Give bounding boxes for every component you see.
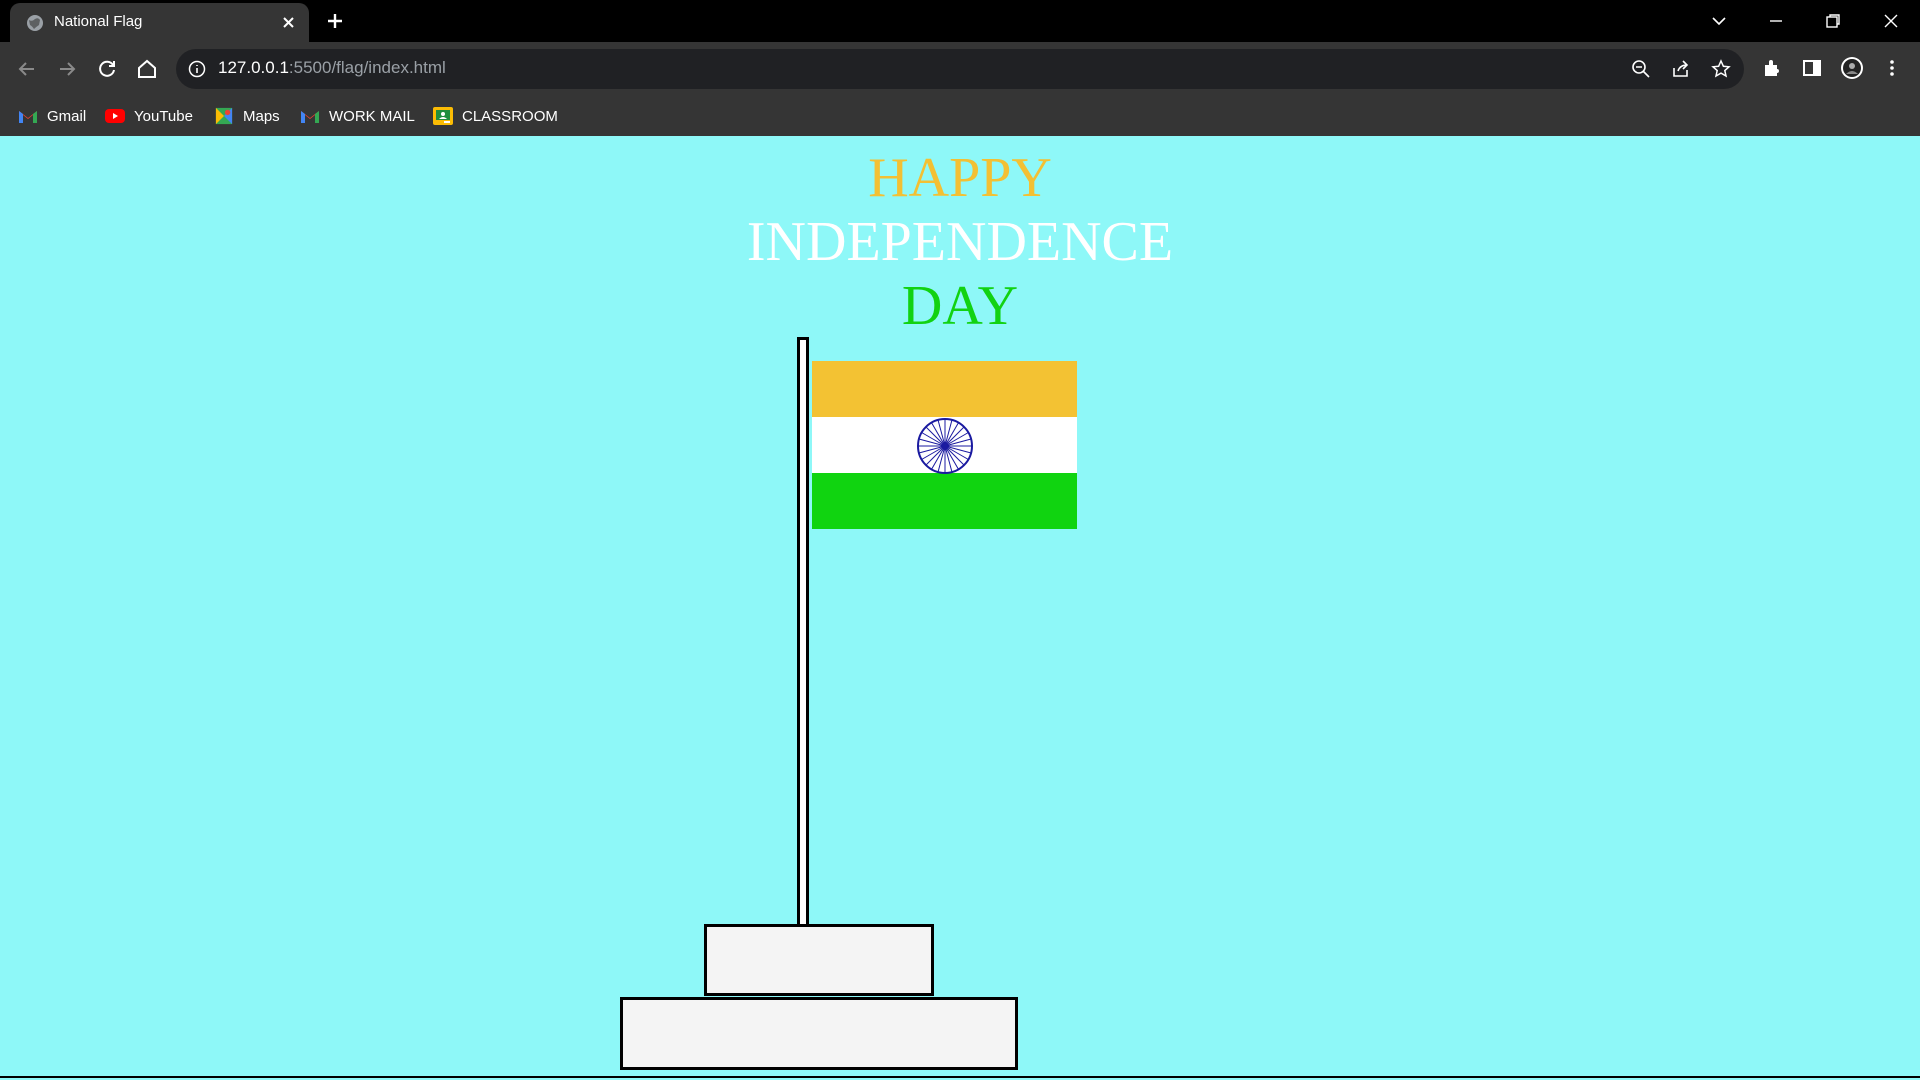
share-icon[interactable] (1671, 59, 1691, 79)
minimize-icon[interactable] (1764, 9, 1788, 33)
profile-avatar-icon[interactable] (1840, 56, 1864, 80)
globe-icon (27, 15, 43, 31)
zoom-icon[interactable] (1631, 59, 1651, 79)
bookmark-maps[interactable]: Maps (214, 105, 280, 127)
heading-line-day: DAY (901, 275, 1019, 337)
browser-tab[interactable]: National Flag (10, 3, 309, 42)
back-icon[interactable] (14, 56, 40, 82)
bookmarks-bar: Gmail YouTube Maps WORK MAIL CLASSROOM (0, 96, 1920, 136)
tab-title: National Flag (54, 13, 143, 30)
extensions-icon[interactable] (1760, 56, 1784, 80)
flag-green-band (812, 473, 1077, 529)
ashoka-chakra-icon (917, 418, 973, 474)
bookmark-label: Maps (243, 107, 280, 125)
restore-icon[interactable] (1821, 9, 1845, 33)
classroom-icon (433, 107, 453, 125)
close-window-icon[interactable] (1879, 9, 1903, 33)
bookmark-label: CLASSROOM (462, 107, 558, 125)
bookmark-label: Gmail (47, 107, 87, 125)
bookmark-work-mail[interactable]: WORK MAIL (300, 105, 415, 127)
browser-toolbar: 127.0.0.1:5500/flag/index.html (0, 42, 1920, 96)
youtube-icon (105, 109, 125, 123)
bookmark-gmail[interactable]: Gmail (18, 105, 86, 127)
tab-strip: National Flag (0, 0, 1920, 42)
greeting-heading: HAPPY INDEPENDENCE DAY (0, 146, 1920, 338)
flag-white-band (812, 417, 1077, 474)
side-panel-icon[interactable] (1800, 56, 1824, 80)
url-text: 127.0.0.1:5500/flag/index.html (218, 58, 446, 77)
more-menu-icon[interactable] (1880, 56, 1904, 80)
close-tab-icon[interactable] (280, 14, 297, 31)
bookmark-label: WORK MAIL (329, 107, 415, 125)
indian-flag (812, 361, 1077, 529)
reload-icon[interactable] (94, 56, 120, 82)
forward-icon[interactable] (54, 56, 80, 82)
tab-search-chevron-icon[interactable] (1707, 9, 1731, 33)
gmail-icon (19, 111, 37, 123)
bookmark-label: YouTube (134, 107, 193, 125)
flag-base-upper-step (704, 924, 934, 996)
page-bottom-border (0, 1076, 1920, 1078)
maps-icon (215, 107, 233, 125)
bookmark-star-icon[interactable] (1711, 59, 1731, 79)
bookmark-youtube[interactable]: YouTube (105, 105, 193, 127)
heading-line-happy: HAPPY (868, 147, 1052, 209)
gmail-icon (301, 111, 319, 123)
site-info-icon[interactable] (188, 60, 206, 78)
new-tab-icon[interactable] (323, 9, 347, 33)
address-bar[interactable]: 127.0.0.1:5500/flag/index.html (176, 49, 1744, 89)
bookmark-classroom[interactable]: CLASSROOM (433, 105, 558, 127)
home-icon[interactable] (134, 56, 160, 82)
flag-pole (797, 337, 809, 927)
flag-base-lower-step (620, 997, 1018, 1070)
flag-saffron-band (812, 361, 1077, 417)
heading-line-independence: INDEPENDENCE (746, 211, 1174, 273)
page-content: HAPPY INDEPENDENCE DAY (0, 136, 1920, 1078)
